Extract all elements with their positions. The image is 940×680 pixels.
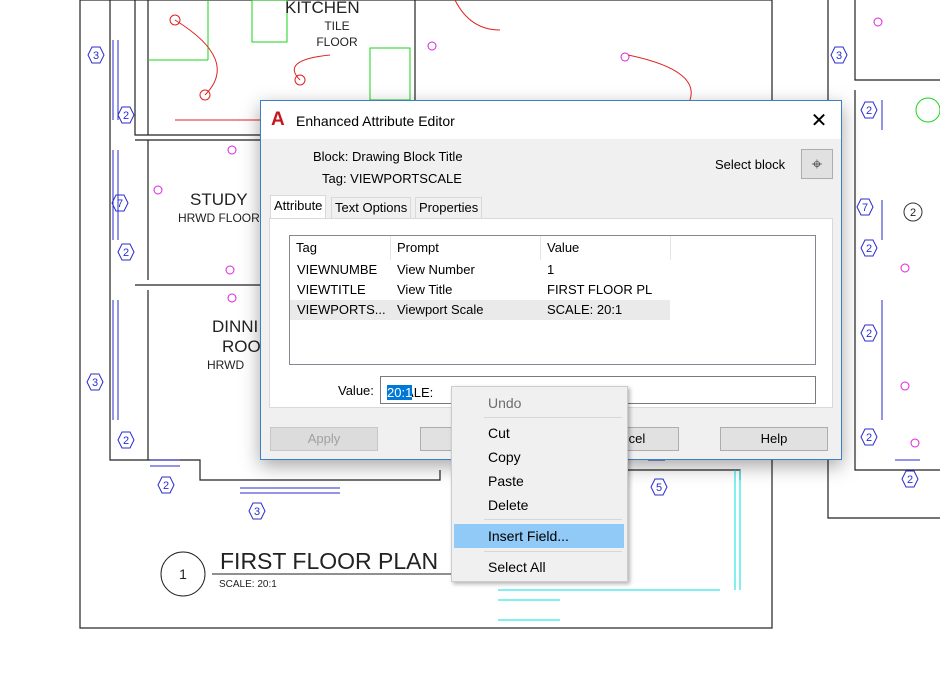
column-header-tag[interactable]: Tag bbox=[290, 236, 391, 260]
dialog-title: Enhanced Attribute Editor bbox=[296, 113, 455, 129]
tab-attribute[interactable]: Attribute bbox=[270, 195, 327, 218]
column-header-value[interactable]: Value bbox=[541, 236, 671, 260]
tag-marker: 3 bbox=[87, 46, 105, 64]
room-label-kitchen: KITCHEN bbox=[285, 0, 360, 17]
crosshair-icon: ⌖ bbox=[811, 154, 823, 174]
menu-item-paste[interactable]: Paste bbox=[454, 469, 624, 493]
tag-marker: 2 bbox=[117, 243, 135, 261]
menu-item-select-all[interactable]: Select All bbox=[454, 555, 624, 579]
svg-text:2: 2 bbox=[123, 110, 129, 122]
tag-marker: 2 bbox=[860, 239, 878, 257]
context-menu: Undo Cut Copy Paste Delete Insert Field.… bbox=[451, 386, 628, 582]
menu-item-insert-field[interactable]: Insert Field... bbox=[454, 524, 624, 548]
value-label: Value: bbox=[338, 383, 374, 398]
svg-text:2: 2 bbox=[123, 435, 129, 447]
svg-text:3: 3 bbox=[836, 50, 842, 62]
tag-cell: VIEWNUMBE bbox=[297, 262, 378, 277]
table-row-selected[interactable]: VIEWPORTS... Viewport Scale SCALE: 20:1 bbox=[290, 300, 670, 320]
tag-marker: 7 bbox=[111, 194, 129, 212]
svg-text:2: 2 bbox=[866, 105, 872, 117]
tab-text-options[interactable]: Text Options bbox=[331, 197, 412, 218]
tag-marker: 2 bbox=[860, 101, 878, 119]
svg-text:5: 5 bbox=[656, 482, 662, 494]
room-floor-label: HRWD FLOOR bbox=[178, 211, 260, 225]
svg-text:2: 2 bbox=[910, 207, 916, 219]
svg-text:2: 2 bbox=[866, 328, 872, 340]
value-selected-text: 20:1 bbox=[387, 385, 413, 400]
title-bar[interactable]: A Enhanced Attribute Editor ✕ bbox=[261, 101, 841, 139]
wall bbox=[620, 469, 741, 480]
column-header-prompt[interactable]: Prompt bbox=[391, 236, 541, 260]
room-floor-label: TILE bbox=[324, 19, 349, 33]
value-cell: 1 bbox=[547, 262, 555, 277]
svg-text:7: 7 bbox=[862, 202, 868, 214]
svg-text:7: 7 bbox=[117, 198, 123, 210]
room-tag: 2 bbox=[903, 202, 923, 222]
tag-cell: VIEWTITLE bbox=[297, 282, 366, 297]
tab-properties[interactable]: Properties bbox=[415, 197, 483, 218]
room-label-dining: DINNI bbox=[212, 317, 258, 336]
view-number: 1 bbox=[179, 566, 187, 582]
apply-button[interactable]: Apply bbox=[270, 427, 378, 451]
tag-marker: 5 bbox=[650, 478, 668, 496]
help-button[interactable]: Help bbox=[720, 427, 828, 451]
svg-text:2: 2 bbox=[163, 480, 169, 492]
svg-text:2: 2 bbox=[123, 247, 129, 259]
plan-scale: SCALE: 20:1 bbox=[219, 579, 277, 590]
block-label: Block: Drawing Block Title bbox=[313, 149, 463, 164]
table-row[interactable]: VIEWTITLE View Title FIRST FLOOR PL bbox=[290, 280, 670, 300]
tag-marker: 3 bbox=[248, 502, 266, 520]
autocad-logo-icon: A bbox=[271, 109, 285, 130]
menu-item-delete[interactable]: Delete bbox=[454, 493, 624, 517]
table-row[interactable]: VIEWNUMBE View Number 1 bbox=[290, 260, 670, 280]
attribute-tab-panel: Tag Prompt Value VIEWNUMBE View Number 1… bbox=[269, 218, 833, 408]
room-floor-label: FLOOR bbox=[316, 35, 358, 49]
menu-item-undo[interactable]: Undo bbox=[454, 391, 624, 415]
tag-marker: 3 bbox=[86, 373, 104, 391]
tag-marker: 7 bbox=[856, 198, 874, 216]
prompt-cell: View Number bbox=[397, 262, 475, 277]
svg-text:3: 3 bbox=[93, 50, 99, 62]
attribute-list[interactable]: Tag Prompt Value VIEWNUMBE View Number 1… bbox=[289, 235, 816, 365]
tag-marker: 3 bbox=[830, 46, 848, 64]
menu-item-cut[interactable]: Cut bbox=[454, 421, 624, 445]
room-floor-label: HRWD bbox=[207, 358, 244, 372]
svg-text:2: 2 bbox=[866, 243, 872, 255]
select-block-label: Select block bbox=[715, 157, 786, 172]
tag-cell: VIEWPORTS... bbox=[297, 302, 385, 317]
tag-marker: 2 bbox=[860, 324, 878, 342]
tag-marker: 2 bbox=[157, 476, 175, 494]
close-button[interactable]: ✕ bbox=[807, 108, 831, 133]
plan-title: FIRST FLOOR PLAN bbox=[220, 548, 438, 574]
svg-text:3: 3 bbox=[254, 506, 260, 518]
svg-text:2: 2 bbox=[907, 474, 913, 486]
tag-marker: 2 bbox=[860, 428, 878, 446]
svg-text:2: 2 bbox=[866, 432, 872, 444]
prompt-cell: Viewport Scale bbox=[397, 302, 484, 317]
tag-label: Tag: VIEWPORTSCALE bbox=[322, 171, 462, 186]
value-cell: SCALE: 20:1 bbox=[547, 302, 623, 317]
room-label-dining: ROO bbox=[222, 337, 261, 356]
menu-item-copy[interactable]: Copy bbox=[454, 445, 624, 469]
value-cell: FIRST FLOOR PL bbox=[547, 282, 653, 297]
select-block-button[interactable]: ⌖ bbox=[801, 149, 833, 179]
room-label-study: STUDY bbox=[190, 190, 248, 209]
tag-marker: 2 bbox=[117, 431, 135, 449]
tag-marker: 2 bbox=[117, 106, 135, 124]
prompt-cell: View Title bbox=[397, 282, 453, 297]
svg-text:3: 3 bbox=[92, 377, 98, 389]
tag-marker: 2 bbox=[901, 470, 919, 488]
